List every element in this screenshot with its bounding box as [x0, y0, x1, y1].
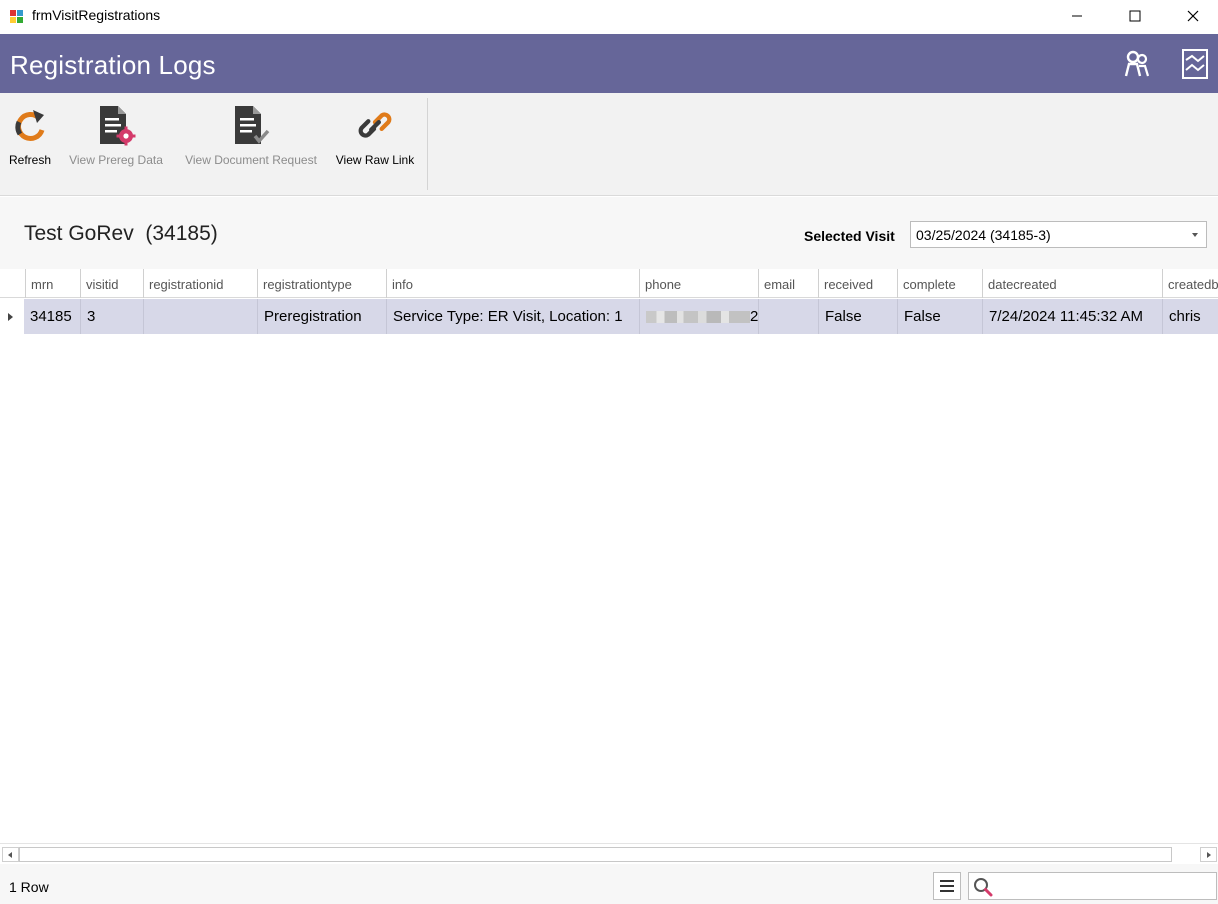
- cell-registrationtype[interactable]: Preregistration: [257, 299, 386, 334]
- main-content: Test GoRev (34185) Selected Visit 03/25/…: [0, 197, 1218, 843]
- patient-panel: Test GoRev (34185) Selected Visit 03/25/…: [0, 197, 1218, 269]
- row-count: 1 Row: [9, 879, 49, 895]
- column-header-received[interactable]: received: [818, 269, 897, 298]
- column-header-info[interactable]: info: [386, 269, 639, 298]
- cell-registrationid[interactable]: [143, 299, 257, 334]
- chart-icon: [1182, 49, 1208, 79]
- view-document-request-button[interactable]: View Document Request: [176, 103, 326, 183]
- page-header: Registration Logs: [0, 34, 1218, 93]
- refresh-label: Refresh: [8, 153, 52, 167]
- scroll-left-button[interactable]: [2, 847, 19, 862]
- column-header-email[interactable]: email: [758, 269, 818, 298]
- column-header-phone[interactable]: phone: [639, 269, 758, 298]
- view-prereg-data-button[interactable]: View Prereg Data: [62, 103, 170, 183]
- chevron-down-icon[interactable]: [1192, 233, 1198, 237]
- grid-menu-button[interactable]: [933, 872, 961, 900]
- document-gear-icon: [100, 106, 136, 146]
- column-header-visitid[interactable]: visitid: [80, 269, 143, 298]
- chart-button[interactable]: [1179, 46, 1211, 82]
- horizontal-scrollbar[interactable]: [0, 843, 1218, 863]
- cell-complete[interactable]: False: [897, 299, 982, 334]
- grid-search-box[interactable]: [968, 872, 1217, 900]
- close-button[interactable]: [1164, 0, 1218, 32]
- scroll-right-button[interactable]: [1200, 847, 1217, 862]
- cell-email[interactable]: [758, 299, 818, 334]
- phone-suffix: 2: [750, 308, 758, 325]
- app-icon: [10, 10, 23, 23]
- redacted-phone: [646, 311, 750, 324]
- minimize-icon: [1072, 15, 1082, 17]
- column-header-createdby[interactable]: createdb: [1162, 269, 1218, 298]
- selected-visit-label: Selected Visit: [804, 228, 895, 244]
- menu-icon: [940, 880, 954, 892]
- window-title: frmVisitRegistrations: [32, 7, 161, 23]
- view-raw-link-button[interactable]: View Raw Link: [330, 103, 420, 183]
- maximize-icon: [1129, 10, 1141, 22]
- grid-header: mrn visitid registrationid registrationt…: [0, 269, 1218, 298]
- close-icon: [1187, 10, 1199, 22]
- maximize-button[interactable]: [1106, 0, 1164, 32]
- row-indicator: [0, 299, 24, 334]
- view-document-request-label: View Document Request: [185, 153, 317, 167]
- selected-visit-dropdown[interactable]: 03/25/2024 (34185-3): [910, 221, 1207, 248]
- row-pointer-icon: [8, 313, 13, 321]
- ribbon-separator: [427, 98, 428, 190]
- cell-datecreated[interactable]: 7/24/2024 11:45:32 AM: [982, 299, 1162, 334]
- view-prereg-data-label: View Prereg Data: [69, 153, 163, 167]
- users-button[interactable]: [1121, 46, 1153, 82]
- column-header-registrationid[interactable]: registrationid: [143, 269, 257, 298]
- link-icon: [358, 112, 392, 138]
- column-header-registrationtype[interactable]: registrationtype: [257, 269, 386, 298]
- view-raw-link-label: View Raw Link: [335, 153, 415, 167]
- cell-received[interactable]: False: [818, 299, 897, 334]
- cell-visitid[interactable]: 3: [80, 299, 143, 334]
- document-check-icon: [235, 106, 270, 144]
- users-icon: [1124, 50, 1150, 77]
- status-bar: 1 Row: [0, 864, 1218, 904]
- ribbon-toolbar: Refresh View Prereg Data View Document R…: [0, 93, 1218, 196]
- column-header-datecreated[interactable]: datecreated: [982, 269, 1162, 298]
- selected-visit-value: 03/25/2024 (34185-3): [916, 227, 1051, 243]
- search-input[interactable]: [997, 876, 1212, 896]
- column-header-complete[interactable]: complete: [897, 269, 982, 298]
- window-titlebar: frmVisitRegistrations: [0, 0, 1218, 34]
- page-title: Registration Logs: [10, 50, 216, 80]
- minimize-button[interactable]: [1048, 0, 1106, 32]
- patient-name: Test GoRev (34185): [24, 222, 218, 245]
- refresh-icon: [15, 110, 45, 141]
- cell-info[interactable]: Service Type: ER Visit, Location: 1: [386, 299, 639, 334]
- refresh-button[interactable]: Refresh: [4, 103, 56, 183]
- cell-createdby[interactable]: chris: [1162, 299, 1218, 334]
- scrollbar-thumb[interactable]: [19, 847, 1172, 862]
- search-icon: [974, 878, 993, 897]
- table-row[interactable]: 34185 3 Preregistration Service Type: ER…: [0, 299, 1218, 334]
- cell-phone[interactable]: 2: [639, 299, 758, 334]
- cell-mrn[interactable]: 34185: [24, 299, 80, 334]
- column-header-mrn[interactable]: mrn: [25, 269, 80, 298]
